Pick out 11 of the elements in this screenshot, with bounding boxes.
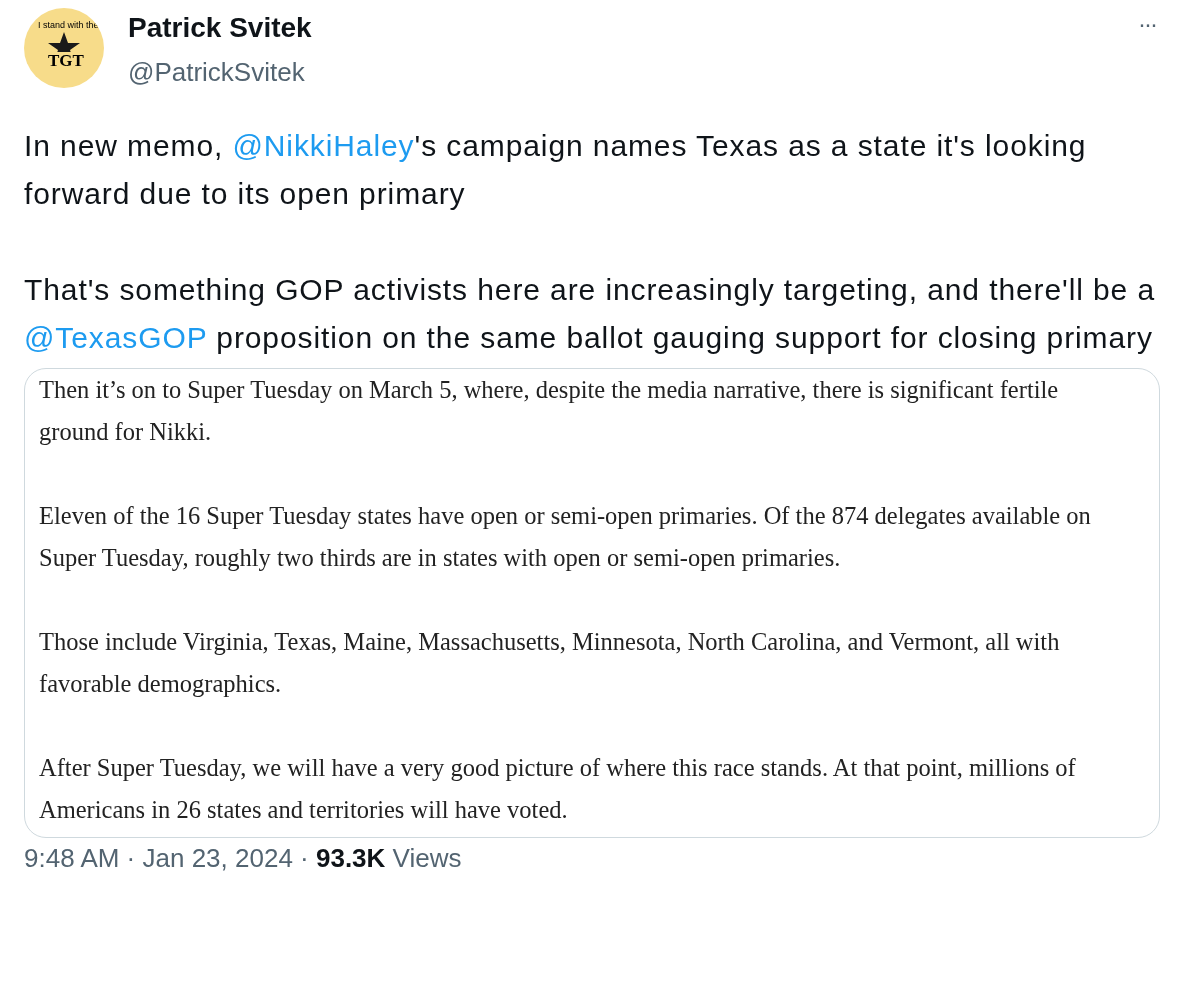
tweet-timestamp: 9:48 AM · Jan 23, 2024 · 93.3K Views: [24, 843, 462, 873]
memo-paragraph: Then it’s on to Super Tuesday on March 5, where, despite the media narrative, there is significant fertile ground for Nikki.: [39, 375, 1060, 447]
author-handle[interactable]: @PatrickSvitek: [128, 52, 305, 92]
more-button[interactable]: ···: [1138, 10, 1156, 38]
memo-paragraph: Eleven of the 16 Super Tuesday states have open or semi-open primaries. Of the 874 delegates available on Super Tuesday, roughly two thirds are in states with open or semi-open primaries.: [39, 501, 1092, 573]
memo-paragraph: Those include Virginia, Texas, Maine, Massachusetts, Minnesota, North Carolina, and Vermont, all with favorable demographics.: [39, 627, 1061, 699]
tweet-text: That's something GOP activists here are increasingly targeting, and there'll be a @TexasGOP proposition on the same ballot gauging support for closing primary: [24, 272, 1156, 356]
memo-image[interactable]: [24, 368, 1160, 838]
author-name[interactable]: Patrick Svitek: [128, 10, 312, 46]
memo-paragraph: After Super Tuesday, we will have a very good picture of where this race stands. At that point, millions of Americans in 26 states and territories will have voted.: [39, 753, 1077, 825]
tweet-text: In new memo, @NikkiHaley's campaign names Texas as a state it's looking forward due to its open primary: [24, 128, 1088, 212]
